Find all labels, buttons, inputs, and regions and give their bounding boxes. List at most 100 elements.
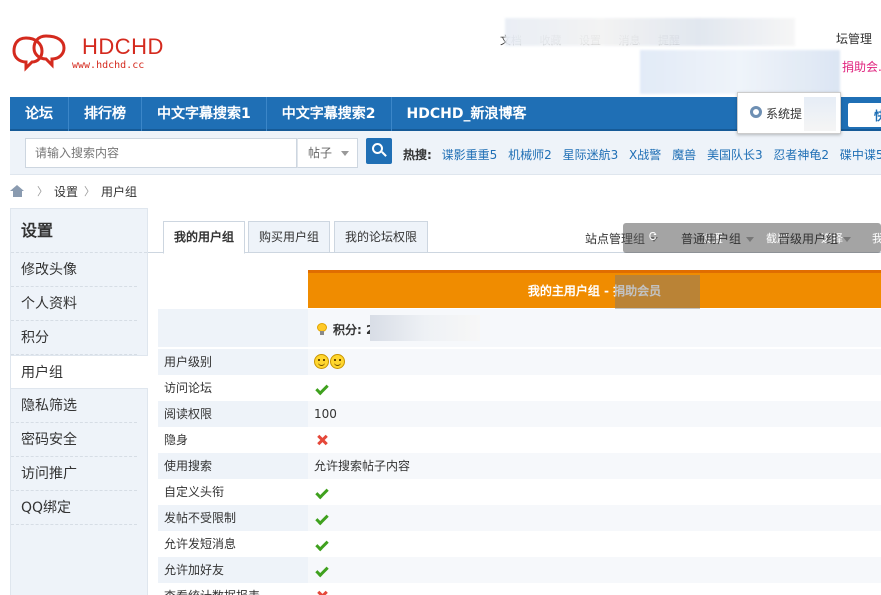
tab-buy-usergroup[interactable]: 购买用户组 <box>248 221 331 253</box>
logo-title: HDCHD <box>82 34 164 59</box>
tab-forum-permissions[interactable]: 我的论坛权限 <box>334 221 429 253</box>
donate-link[interactable]: 捐助会... <box>842 58 881 75</box>
hot-search-item[interactable]: 碟中谍5 <box>840 148 881 162</box>
breadcrumb-usergroup: 用户组 <box>101 184 138 199</box>
hot-search-item[interactable]: 忍者神龟2 <box>773 148 829 162</box>
table-row: 使用搜索 允许搜索帖子内容 <box>158 453 881 479</box>
table-row: 查看统计数据报表 <box>158 583 881 595</box>
primary-group-banner: 我的主用户组 - 捐助会员 <box>308 270 881 309</box>
check-icon <box>315 563 329 578</box>
nav-quick-button[interactable]: 快 <box>848 103 881 127</box>
logo-bubble-icon <box>12 34 66 72</box>
lightbulb-icon <box>317 323 327 335</box>
permission-value: 100 <box>308 401 881 427</box>
sidebar-item-promotion[interactable]: 访问推广 <box>11 457 137 491</box>
sidebar-item-usergroup[interactable]: 用户组 <box>11 355 148 389</box>
tab-my-usergroup[interactable]: 我的用户组 <box>163 221 246 254</box>
search-input[interactable]: 请输入搜索内容 <box>25 138 297 168</box>
permission-value <box>308 349 881 375</box>
permission-value <box>308 583 881 595</box>
permission-value <box>308 557 881 583</box>
normal-group-label: 普通用户组 <box>681 232 742 246</box>
table-row: 阅读权限 100 <box>158 401 881 427</box>
sidebar-item-privacy[interactable]: 隐私筛选 <box>11 389 137 423</box>
check-icon <box>315 381 329 396</box>
redacted-user-info <box>640 50 840 94</box>
permission-label: 阅读权限 <box>158 401 308 427</box>
nav-item-ranking[interactable]: 排行榜 <box>69 97 142 131</box>
permission-label: 隐身 <box>164 433 189 447</box>
breadcrumb-separator-icon: 〉 <box>84 185 96 198</box>
breadcrumb-separator-icon: 〉 <box>37 185 48 198</box>
hot-searches-label: 热搜: <box>403 148 432 162</box>
hot-search-item[interactable]: 美国队长3 <box>707 148 763 162</box>
nav-item-forum[interactable]: 论坛 <box>10 97 69 131</box>
overlay-item[interactable]: Ꮳ <box>649 230 657 244</box>
nav-item-subtitle-search-1[interactable]: 中文字幕搜索1 <box>142 97 267 131</box>
credits-value: 积分: 2 <box>333 323 375 337</box>
permission-value <box>308 427 881 453</box>
permission-value <box>308 505 881 531</box>
table-row: 用户级别 <box>158 349 881 375</box>
chevron-down-icon <box>746 237 755 242</box>
system-notice-label: 系统提 <box>766 107 803 121</box>
breadcrumb: 〉 设置 〉 用户组 <box>10 183 137 199</box>
tab-promotion-group[interactable]: 晋级用户组 <box>778 230 852 247</box>
search-type-select[interactable]: 帖子 <box>297 138 358 168</box>
nav-item-subtitle-search-2[interactable]: 中文字幕搜索2 <box>267 97 392 131</box>
permission-value: 允许搜索帖子内容 <box>308 453 881 479</box>
system-notice-popup[interactable]: 系统提 <box>737 92 841 134</box>
credits-row: 积分: 2 <box>158 309 881 347</box>
permission-label: 用户级别 <box>158 349 308 375</box>
smiley-icon <box>330 354 345 369</box>
home-icon[interactable] <box>10 185 25 197</box>
permission-label: 访问论坛 <box>164 381 213 395</box>
check-icon <box>315 537 329 552</box>
table-row: 发帖不受限制 <box>158 505 881 531</box>
permission-label: 允许发短消息 <box>164 537 237 551</box>
breadcrumb-settings[interactable]: 设置 <box>54 183 78 200</box>
sidebar-title: 设置 <box>11 209 147 253</box>
sidebar-item-profile[interactable]: 个人资料 <box>11 287 137 321</box>
settings-sidebar: 设置 修改头像 个人资料 积分 用户组 隐私筛选 密码安全 访问推广 QQ绑定 <box>10 208 148 595</box>
table-row: 允许发短消息 <box>158 531 881 557</box>
admin-link[interactable]: 坛管理 <box>836 30 872 47</box>
search-type-value: 帖子 <box>308 146 333 160</box>
gear-icon <box>750 106 762 118</box>
sidebar-item-qq-bind[interactable]: QQ绑定 <box>11 491 137 525</box>
cross-icon <box>316 590 328 595</box>
usergroup-tabs: 我的用户组 购买用户组 我的论坛权限 站点管理组 Ꮳ 设置 截屏 选择 我 普通… <box>148 208 881 254</box>
nav-quick-label: 快 <box>874 109 881 123</box>
hot-search-item[interactable]: 星际迷航3 <box>563 148 619 162</box>
table-row: 隐身 <box>158 427 881 453</box>
search-button[interactable] <box>366 138 392 164</box>
tab-normal-group[interactable]: 普通用户组 <box>681 230 755 247</box>
overlay-item[interactable]: 我 <box>872 230 881 246</box>
search-bar: 请输入搜索内容 帖子 热搜: 谍影重重5 机械师2 星际迷航3 X战警 魔兽 美… <box>10 131 881 175</box>
permission-value <box>308 375 881 401</box>
hot-search-item[interactable]: X战警 <box>629 148 661 162</box>
permission-label: 自定义头衔 <box>164 485 225 499</box>
chevron-down-icon <box>341 151 349 156</box>
hot-search-item[interactable]: 谍影重重5 <box>442 148 498 162</box>
permission-label: 允许加好友 <box>158 557 308 583</box>
sidebar-item-avatar[interactable]: 修改头像 <box>11 253 137 287</box>
permission-value <box>308 479 881 505</box>
permission-table: 用户级别 访问论坛 阅读权限 100 隐身 使用搜索 允许搜索帖子内容 自定义头… <box>158 349 881 595</box>
table-row: 允许加好友 <box>158 557 881 583</box>
chevron-down-icon <box>843 237 852 242</box>
sidebar-item-credits[interactable]: 积分 <box>11 321 137 355</box>
hot-search-item[interactable]: 魔兽 <box>672 148 696 162</box>
sidebar-item-password[interactable]: 密码安全 <box>11 423 137 457</box>
promotion-group-label: 晋级用户组 <box>778 232 839 246</box>
nav-item-sina-blog[interactable]: HDCHD_新浪博客 <box>392 97 542 131</box>
hot-search-item[interactable]: 机械师2 <box>508 148 552 162</box>
main-content: 我的用户组 购买用户组 我的论坛权限 站点管理组 Ꮳ 设置 截屏 选择 我 普通… <box>148 208 881 595</box>
permission-label: 查看统计数据报表 <box>158 583 308 595</box>
site-header: HDCHD www.hdchd.cc 文档 收藏 设置 消息 提醒 坛管理 捐助… <box>0 0 881 95</box>
table-row: 自定义头衔 <box>158 479 881 505</box>
selection-highlight <box>615 275 700 309</box>
site-logo[interactable]: HDCHD www.hdchd.cc <box>12 30 164 76</box>
redacted-popup-area <box>804 97 836 131</box>
logo-url: www.hdchd.cc <box>72 60 145 71</box>
